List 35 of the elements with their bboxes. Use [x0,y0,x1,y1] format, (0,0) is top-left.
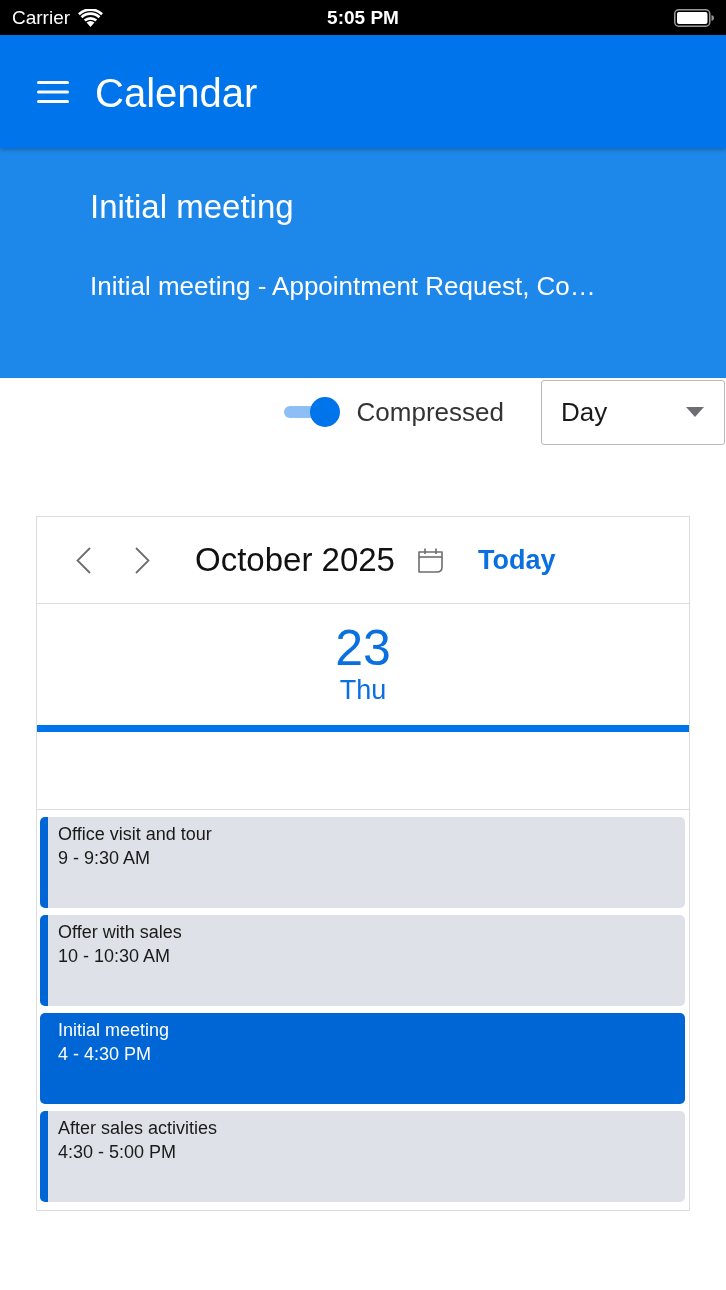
view-dropdown[interactable]: Day [541,379,725,445]
event-time: 10 - 10:30 AM [58,945,171,968]
event-time: 4 - 4:30 PM [58,1043,152,1066]
detail-title: Initial meeting [90,188,294,226]
calendar-icon [417,547,443,573]
day-number: 23 [335,619,391,677]
event-title: Office visit and tour [58,823,212,846]
event-title: After sales activities [58,1117,218,1140]
wifi-icon [78,8,104,27]
toggle-label: Compressed [356,396,504,428]
status-time: 5:05 PM [327,6,399,29]
event-card[interactable]: Offer with sales 10 - 10:30 AM [40,915,685,1006]
previous-button[interactable] [76,546,91,574]
caret-icon [686,407,704,417]
chevron-right-icon [135,546,150,574]
today-button[interactable]: Today [477,544,556,576]
carrier-label: Carrier [12,6,71,29]
event-time: 4:30 - 5:00 PM [58,1141,177,1164]
event-card[interactable]: Initial meeting 4 - 4:30 PM [40,1013,685,1104]
weekday-label: Thu [339,674,387,706]
date-picker-button[interactable] [417,547,443,573]
next-button[interactable] [135,546,150,574]
compressed-toggle[interactable] [283,397,340,427]
menu-button[interactable] [37,80,69,103]
event-time: 9 - 9:30 AM [58,847,151,870]
menu-icon [37,80,69,103]
event-title: Initial meeting [58,1019,170,1042]
battery-icon [674,8,714,27]
app-title: Calendar [95,69,258,117]
month-title: October 2025 [195,541,395,579]
detail-subtitle: Initial meeting - Appointment Request, Co… [90,271,596,302]
event-title: Offer with sales [58,921,182,944]
chevron-left-icon [76,546,91,574]
event-card[interactable]: After sales activities 4:30 - 5:00 PM [40,1111,685,1202]
event-card[interactable]: Office visit and tour 9 - 9:30 AM [40,817,685,908]
